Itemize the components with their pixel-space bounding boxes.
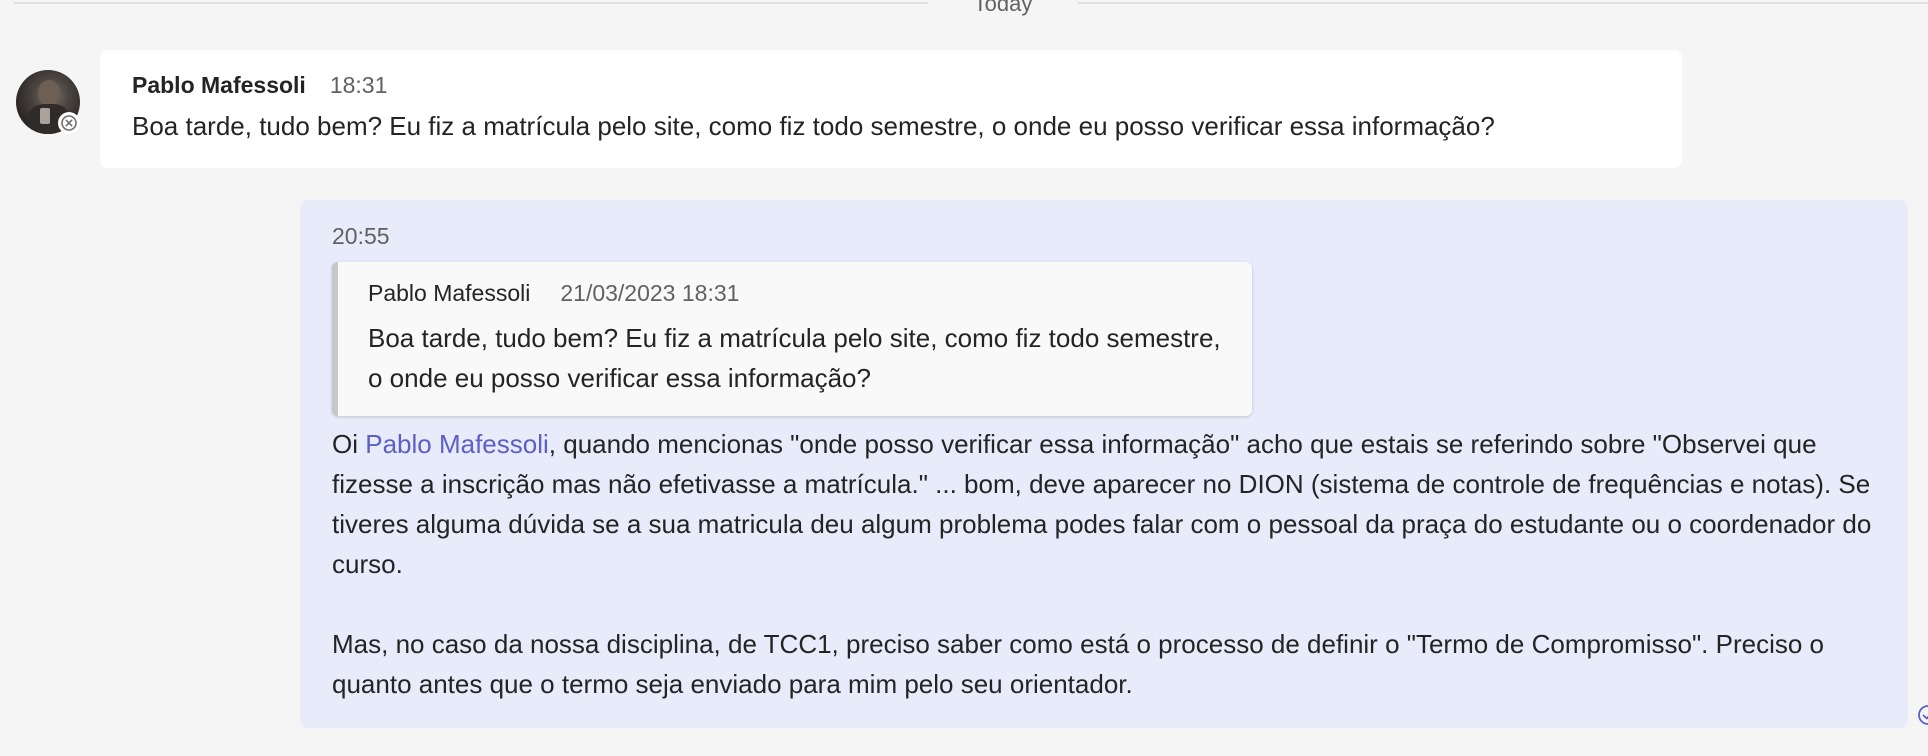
offline-x-icon [58,112,80,134]
quote-text: Boa tarde, tudo bem? Eu fiz a matrícula … [368,323,1221,393]
divider-line-left [14,2,928,4]
reply-paragraph-2: Mas, no caso da nossa disciplina, de TCC… [332,629,1825,699]
reply-greeting: Oi [332,429,366,459]
read-receipt-icon [1917,704,1928,726]
mention-link[interactable]: Pablo Mafessoli [365,429,549,459]
divider-line-right [1078,2,1928,4]
incoming-message[interactable]: Pablo Mafessoli 18:31 Boa tarde, tudo be… [100,50,1682,168]
message-text: Boa tarde, tudo bem? Eu fiz a matrícula … [132,111,1495,141]
reply-text: , quando mencionas "onde posso verificar… [332,429,1872,579]
sender-name[interactable]: Pablo Mafessoli [132,72,306,99]
quote-sender: Pablo Mafessoli [368,280,531,306]
divider-label: Today [973,0,1033,16]
message-header: Pablo Mafessoli 18:31 [132,72,1650,106]
message-time: 18:31 [329,72,388,98]
quote-timestamp: 21/03/2023 18:31 [560,280,740,306]
quote-header: Pablo Mafessoli 21/03/2023 18:31 [368,280,1222,314]
avatar-phone [40,108,50,124]
message-time: 20:55 [332,223,390,249]
reply-body: Oi Pablo Mafessoli, quando mencionas "on… [332,424,1876,704]
reply-paragraph-1: Oi Pablo Mafessoli, quando mencionas "on… [332,424,1876,584]
quoted-reply[interactable]: Pablo Mafessoli 21/03/2023 18:31 Boa tar… [332,262,1252,416]
avatar-head [38,80,60,106]
outgoing-message[interactable]: 20:55 Pablo Mafessoli 21/03/2023 18:31 B… [300,200,1908,728]
